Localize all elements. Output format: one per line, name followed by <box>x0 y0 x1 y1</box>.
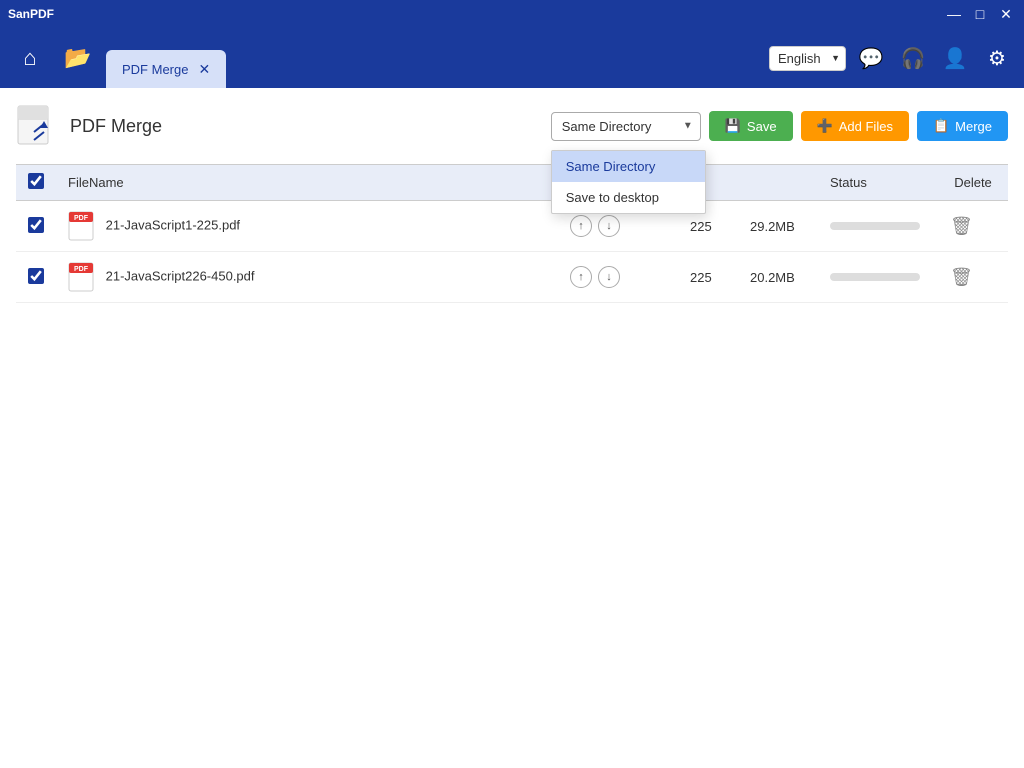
tool-buttons: Same Directory Save to desktop ▼ Same Di… <box>551 111 1008 141</box>
window-controls: — □ ✕ <box>944 4 1016 24</box>
select-all-checkbox[interactable] <box>28 173 44 189</box>
svg-text:PDF: PDF <box>74 215 89 222</box>
dropdown-item-desktop[interactable]: Save to desktop <box>552 182 705 213</box>
settings-button[interactable]: ⚙ <box>980 41 1014 75</box>
row1-checkbox[interactable] <box>28 217 44 233</box>
merge-icon: 📋 <box>933 118 949 134</box>
row1-filename-cell: PDF 21-JavaScript1-225.pdf <box>56 201 558 252</box>
folder-button[interactable]: 📂 <box>58 38 98 78</box>
row2-progress-bar <box>830 273 920 281</box>
minimize-button[interactable]: — <box>944 4 964 24</box>
row1-status-cell <box>818 201 938 252</box>
chat-icon: 💬 <box>859 46 884 71</box>
pdf-merge-icon <box>16 104 60 148</box>
save-icon: 💾 <box>725 118 741 134</box>
dropdown-item-same-dir[interactable]: Same Directory <box>552 151 705 182</box>
maximize-button[interactable]: □ <box>970 4 990 24</box>
directory-dropdown-menu: Same Directory Save to desktop <box>551 150 706 214</box>
merge-button[interactable]: 📋 Merge <box>917 111 1008 141</box>
row1-sort-down[interactable]: ↓ <box>598 215 620 237</box>
svg-text:PDF: PDF <box>74 266 89 273</box>
header-filename: FileName <box>56 165 558 201</box>
page-title-area: PDF Merge <box>16 104 539 148</box>
headphone-button[interactable]: 🎧 <box>896 41 930 75</box>
header-delete: Delete <box>938 165 1008 201</box>
header-size <box>738 165 818 201</box>
add-files-label: Add Files <box>839 119 893 134</box>
headphone-icon: 🎧 <box>901 46 926 71</box>
row2-delete-button[interactable]: 🗑 <box>950 267 973 288</box>
row1-checkbox-cell <box>16 201 56 252</box>
save-label: Save <box>747 119 777 134</box>
row2-pages-cell: 225 <box>678 252 738 303</box>
chat-button[interactable]: 💬 <box>854 41 888 75</box>
row1-sort-buttons: ↑ ↓ <box>570 215 666 237</box>
directory-select[interactable]: Same Directory Save to desktop <box>551 112 701 141</box>
row2-sort-down[interactable]: ↓ <box>598 266 620 288</box>
row2-sort-up[interactable]: ↑ <box>570 266 592 288</box>
row2-checkbox[interactable] <box>28 268 44 284</box>
table-row: PDF 21-JavaScript226-450.pdf ↑ ↓ 225 20.… <box>16 252 1008 303</box>
table-row: PDF 21-JavaScript1-225.pdf ↑ ↓ 225 29.2M… <box>16 201 1008 252</box>
row1-progress-bar <box>830 222 920 230</box>
row2-status-cell <box>818 252 938 303</box>
row1-filename: 21-JavaScript1-225.pdf <box>106 217 240 232</box>
folder-icon: 📂 <box>64 45 91 71</box>
row1-pdf-icon: PDF <box>68 211 94 241</box>
close-button[interactable]: ✕ <box>996 4 1016 24</box>
tab-area: PDF Merge ✕ <box>106 28 761 88</box>
file-table: FileName Sort Status Delete <box>16 164 1008 303</box>
row2-delete-cell: 🗑 <box>938 252 1008 303</box>
row1-delete-cell: 🗑 <box>938 201 1008 252</box>
add-files-button[interactable]: ➕ Add Files <box>801 111 909 141</box>
nav-right: English 中文 💬 🎧 👤 ⚙ <box>769 41 1014 75</box>
title-bar: SanPDF — □ ✕ <box>0 0 1024 28</box>
nav-bar: ⌂ 📂 PDF Merge ✕ English 中文 💬 🎧 👤 ⚙ <box>0 28 1024 88</box>
merge-label: Merge <box>955 119 992 134</box>
tab-pdf-merge[interactable]: PDF Merge ✕ <box>106 50 226 88</box>
header-checkbox-col <box>16 165 56 201</box>
row2-checkbox-cell <box>16 252 56 303</box>
main-content: PDF Merge Same Directory Save to desktop… <box>0 88 1024 768</box>
row1-delete-button[interactable]: 🗑 <box>950 216 973 237</box>
row2-filename-cell: PDF 21-JavaScript226-450.pdf <box>56 252 558 303</box>
row2-sort-cell: ↑ ↓ <box>558 252 678 303</box>
home-button[interactable]: ⌂ <box>10 38 50 78</box>
directory-select-wrapper: Same Directory Save to desktop ▼ Same Di… <box>551 112 701 141</box>
save-button[interactable]: 💾 Save <box>709 111 793 141</box>
user-button[interactable]: 👤 <box>938 41 972 75</box>
table-header-row: FileName Sort Status Delete <box>16 165 1008 201</box>
settings-icon: ⚙ <box>988 46 1006 71</box>
language-select[interactable]: English 中文 <box>769 46 846 71</box>
row1-sort-up[interactable]: ↑ <box>570 215 592 237</box>
tab-label: PDF Merge <box>122 62 188 77</box>
tab-close-button[interactable]: ✕ <box>198 62 210 76</box>
language-wrapper: English 中文 <box>769 46 846 71</box>
row2-filename: 21-JavaScript226-450.pdf <box>106 268 255 283</box>
user-icon: 👤 <box>943 46 968 71</box>
row1-size-cell: 29.2MB <box>738 201 818 252</box>
add-icon: ➕ <box>817 118 833 134</box>
header-status: Status <box>818 165 938 201</box>
row2-sort-buttons: ↑ ↓ <box>570 266 666 288</box>
home-icon: ⌂ <box>23 45 36 71</box>
tool-row: PDF Merge Same Directory Save to desktop… <box>16 104 1008 148</box>
page-title: PDF Merge <box>70 116 162 137</box>
app-title: SanPDF <box>8 7 54 21</box>
row2-size-cell: 20.2MB <box>738 252 818 303</box>
row2-pdf-icon: PDF <box>68 262 94 292</box>
